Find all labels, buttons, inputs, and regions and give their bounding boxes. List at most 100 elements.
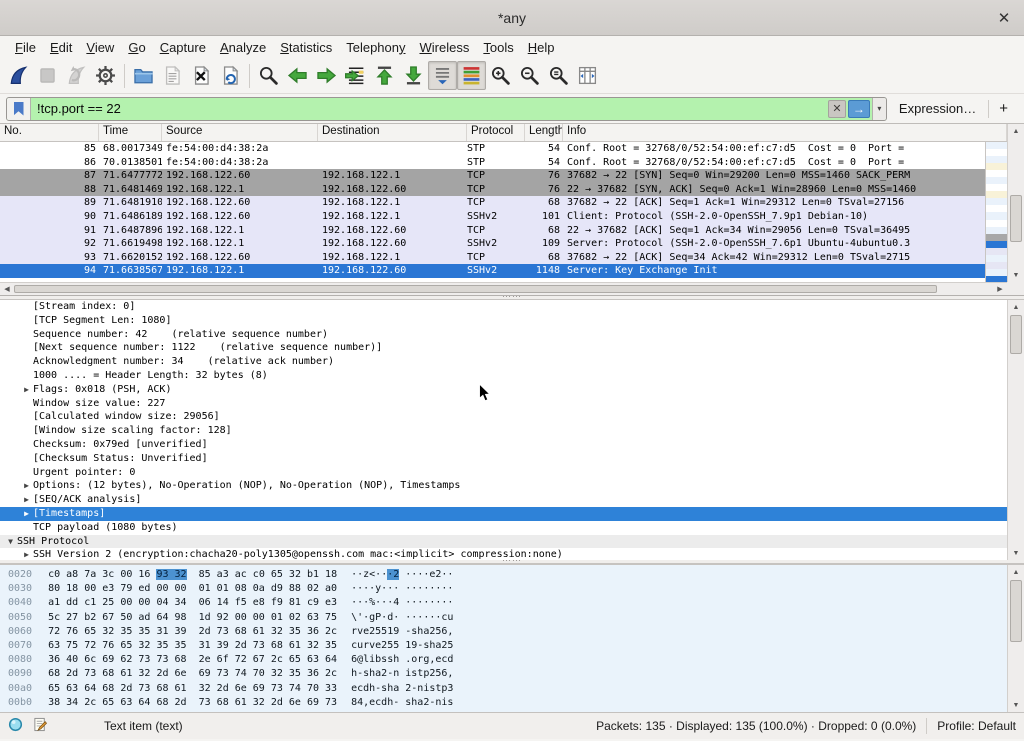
column-header-destination[interactable]: Destination: [318, 124, 467, 141]
menu-telephony[interactable]: Telephony: [339, 38, 412, 57]
hex-row[interactable]: 00a065 63 64 68 2d 73 68 61 32 2d 6e 69 …: [8, 682, 1007, 696]
collapsed-arrow-icon[interactable]: ▶: [20, 507, 33, 521]
detail-line[interactable]: [Calculated window size: 29056]: [0, 410, 1007, 424]
hex-row[interactable]: 006072 76 65 32 35 35 31 39 2d 73 68 61 …: [8, 625, 1007, 639]
scroll-down-arrow-icon[interactable]: ▼: [1008, 546, 1024, 560]
zoom-100-button[interactable]: [544, 61, 573, 90]
menu-go[interactable]: Go: [121, 38, 152, 57]
detail-line[interactable]: ▶[SEQ/ACK analysis]: [0, 493, 1007, 507]
detail-line[interactable]: [Window size scaling factor: 128]: [0, 424, 1007, 438]
display-filter-input[interactable]: [31, 98, 828, 120]
profile-label[interactable]: Profile: Default: [937, 719, 1016, 733]
menu-help[interactable]: Help: [521, 38, 562, 57]
scrollbar-thumb[interactable]: [1010, 195, 1022, 242]
packet-row[interactable]: 8871.648146932192.168.122.1192.168.122.6…: [0, 183, 985, 197]
expert-info-icon[interactable]: [8, 717, 23, 735]
filter-clear-button[interactable]: ✕: [828, 100, 846, 118]
detail-line[interactable]: [Stream index: 0]: [0, 300, 1007, 314]
collapsed-arrow-icon[interactable]: ▶: [20, 548, 33, 560]
scrollbar-thumb[interactable]: [1010, 580, 1022, 642]
hex-row[interactable]: 008036 40 6c 69 62 73 73 68 2e 6f 72 67 …: [8, 653, 1007, 667]
detail-line[interactable]: ▶[Timestamps]: [0, 507, 1007, 521]
detail-line[interactable]: ▶Options: (12 bytes), No-Operation (NOP)…: [0, 479, 1007, 493]
detail-line[interactable]: Checksum: 0x79ed [unverified]: [0, 438, 1007, 452]
packet-row[interactable]: 9071.648618924192.168.122.60192.168.122.…: [0, 210, 985, 224]
menu-analyze[interactable]: Analyze: [213, 38, 273, 57]
packet-row[interactable]: 9271.661949820192.168.122.1192.168.122.6…: [0, 237, 985, 251]
menu-view[interactable]: View: [79, 38, 121, 57]
menu-capture[interactable]: Capture: [153, 38, 213, 57]
find-packet-button[interactable]: [254, 61, 283, 90]
menu-wireless[interactable]: Wireless: [413, 38, 477, 57]
capture-restart-button[interactable]: [62, 61, 91, 90]
close-button[interactable]: ✕: [994, 8, 1014, 28]
capture-comment-icon[interactable]: [33, 717, 48, 735]
scrollbar-thumb[interactable]: [14, 285, 937, 293]
capture-start-button[interactable]: [4, 61, 33, 90]
hex-row[interactable]: 00b038 34 2c 65 63 64 68 2d 73 68 61 32 …: [8, 696, 1007, 710]
go-to-packet-button[interactable]: [341, 61, 370, 90]
detail-line[interactable]: [Checksum Status: Unverified]: [0, 452, 1007, 466]
packet-row[interactable]: 8568.001734936fe:54:00:d4:38:2aSTP54Conf…: [0, 142, 985, 156]
detail-line[interactable]: ▶Flags: 0x018 (PSH, ACK): [0, 383, 1007, 397]
column-header-source[interactable]: Source: [162, 124, 318, 141]
collapsed-arrow-icon[interactable]: ▶: [20, 479, 33, 493]
scroll-up-arrow-icon[interactable]: ▲: [1008, 124, 1024, 138]
go-last-button[interactable]: [399, 61, 428, 90]
reload-file-button[interactable]: [216, 61, 245, 90]
filter-history-dropdown[interactable]: ▾: [872, 98, 886, 120]
zoom-out-button[interactable]: [515, 61, 544, 90]
detail-line[interactable]: TCP payload (1080 bytes): [0, 521, 1007, 535]
menu-edit[interactable]: Edit: [43, 38, 79, 57]
packet-row[interactable]: 8670.013850163fe:54:00:d4:38:2aSTP54Conf…: [0, 156, 985, 170]
packet-row[interactable]: 8971.648191037192.168.122.60192.168.122.…: [0, 196, 985, 210]
packet-row[interactable]: 9471.663856741192.168.122.1192.168.122.6…: [0, 264, 985, 278]
detail-line[interactable]: ▼SSH Protocol: [0, 535, 1007, 549]
close-file-button[interactable]: [187, 61, 216, 90]
column-header-time[interactable]: Time: [99, 124, 162, 141]
menu-statistics[interactable]: Statistics: [273, 38, 339, 57]
detail-line[interactable]: [TCP Segment Len: 1080]: [0, 314, 1007, 328]
auto-scroll-button[interactable]: [428, 61, 457, 90]
scroll-up-arrow-icon[interactable]: ▲: [1008, 565, 1024, 579]
column-header-length[interactable]: Length: [525, 124, 563, 141]
collapsed-arrow-icon[interactable]: ▶: [20, 493, 33, 507]
scroll-right-arrow-icon[interactable]: ▶: [993, 283, 1007, 295]
detail-line[interactable]: Sequence number: 42 (relative sequence n…: [0, 328, 1007, 342]
packet-row[interactable]: 8771.647777234192.168.122.60192.168.122.…: [0, 169, 985, 183]
hex-row[interactable]: 0040a1 dd c1 25 00 00 04 34 06 14 f5 e8 …: [8, 596, 1007, 610]
detail-line[interactable]: 1000 .... = Header Length: 32 bytes (8): [0, 369, 1007, 383]
capture-options-button[interactable]: [91, 61, 120, 90]
expression-button[interactable]: Expression…: [887, 101, 988, 116]
hex-row[interactable]: 007063 75 72 76 65 32 35 35 31 39 2d 73 …: [8, 639, 1007, 653]
filter-bookmark-button[interactable]: [7, 98, 31, 120]
filter-add-button[interactable]: +: [989, 100, 1018, 117]
packet-row[interactable]: 9371.662015274192.168.122.60192.168.122.…: [0, 251, 985, 265]
details-vscrollbar[interactable]: ▲ ▼: [1007, 300, 1024, 560]
scroll-down-arrow-icon[interactable]: ▼: [1008, 698, 1024, 712]
titlebar[interactable]: *any ✕: [0, 0, 1024, 36]
scrollbar-thumb[interactable]: [1010, 315, 1022, 354]
intelligent-scrollbar-minimap[interactable]: [985, 142, 1007, 282]
detail-line[interactable]: Window size value: 227: [0, 397, 1007, 411]
column-header-no[interactable]: No.: [0, 124, 99, 141]
detail-line[interactable]: [Next sequence number: 1122 (relative se…: [0, 341, 1007, 355]
hex-vscrollbar[interactable]: ▲ ▼: [1007, 565, 1024, 712]
column-header-info[interactable]: Info: [563, 124, 1007, 141]
resize-columns-button[interactable]: [573, 61, 602, 90]
capture-stop-button[interactable]: [33, 61, 62, 90]
expanded-arrow-icon[interactable]: ▼: [4, 535, 17, 549]
hex-row[interactable]: 009068 2d 73 68 61 32 2d 6e 69 73 74 70 …: [8, 667, 1007, 681]
packet-row[interactable]: 9171.648789678192.168.122.1192.168.122.6…: [0, 224, 985, 238]
column-header-protocol[interactable]: Protocol: [467, 124, 525, 141]
detail-line[interactable]: Urgent pointer: 0: [0, 466, 1007, 480]
colorize-button[interactable]: [457, 61, 486, 90]
hex-row[interactable]: 00505c 27 b2 67 50 ad 64 98 1d 92 00 00 …: [8, 611, 1007, 625]
save-file-button[interactable]: [158, 61, 187, 90]
packet-list-vscrollbar[interactable]: ▲ ▼: [1007, 124, 1024, 282]
hex-row[interactable]: 0020c0 a8 7a 3c 00 16 93 32 85 a3 ac c0 …: [8, 568, 1007, 582]
go-forward-button[interactable]: [312, 61, 341, 90]
collapsed-arrow-icon[interactable]: ▶: [20, 383, 33, 397]
scroll-left-arrow-icon[interactable]: ◀: [0, 283, 14, 295]
open-file-button[interactable]: [129, 61, 158, 90]
